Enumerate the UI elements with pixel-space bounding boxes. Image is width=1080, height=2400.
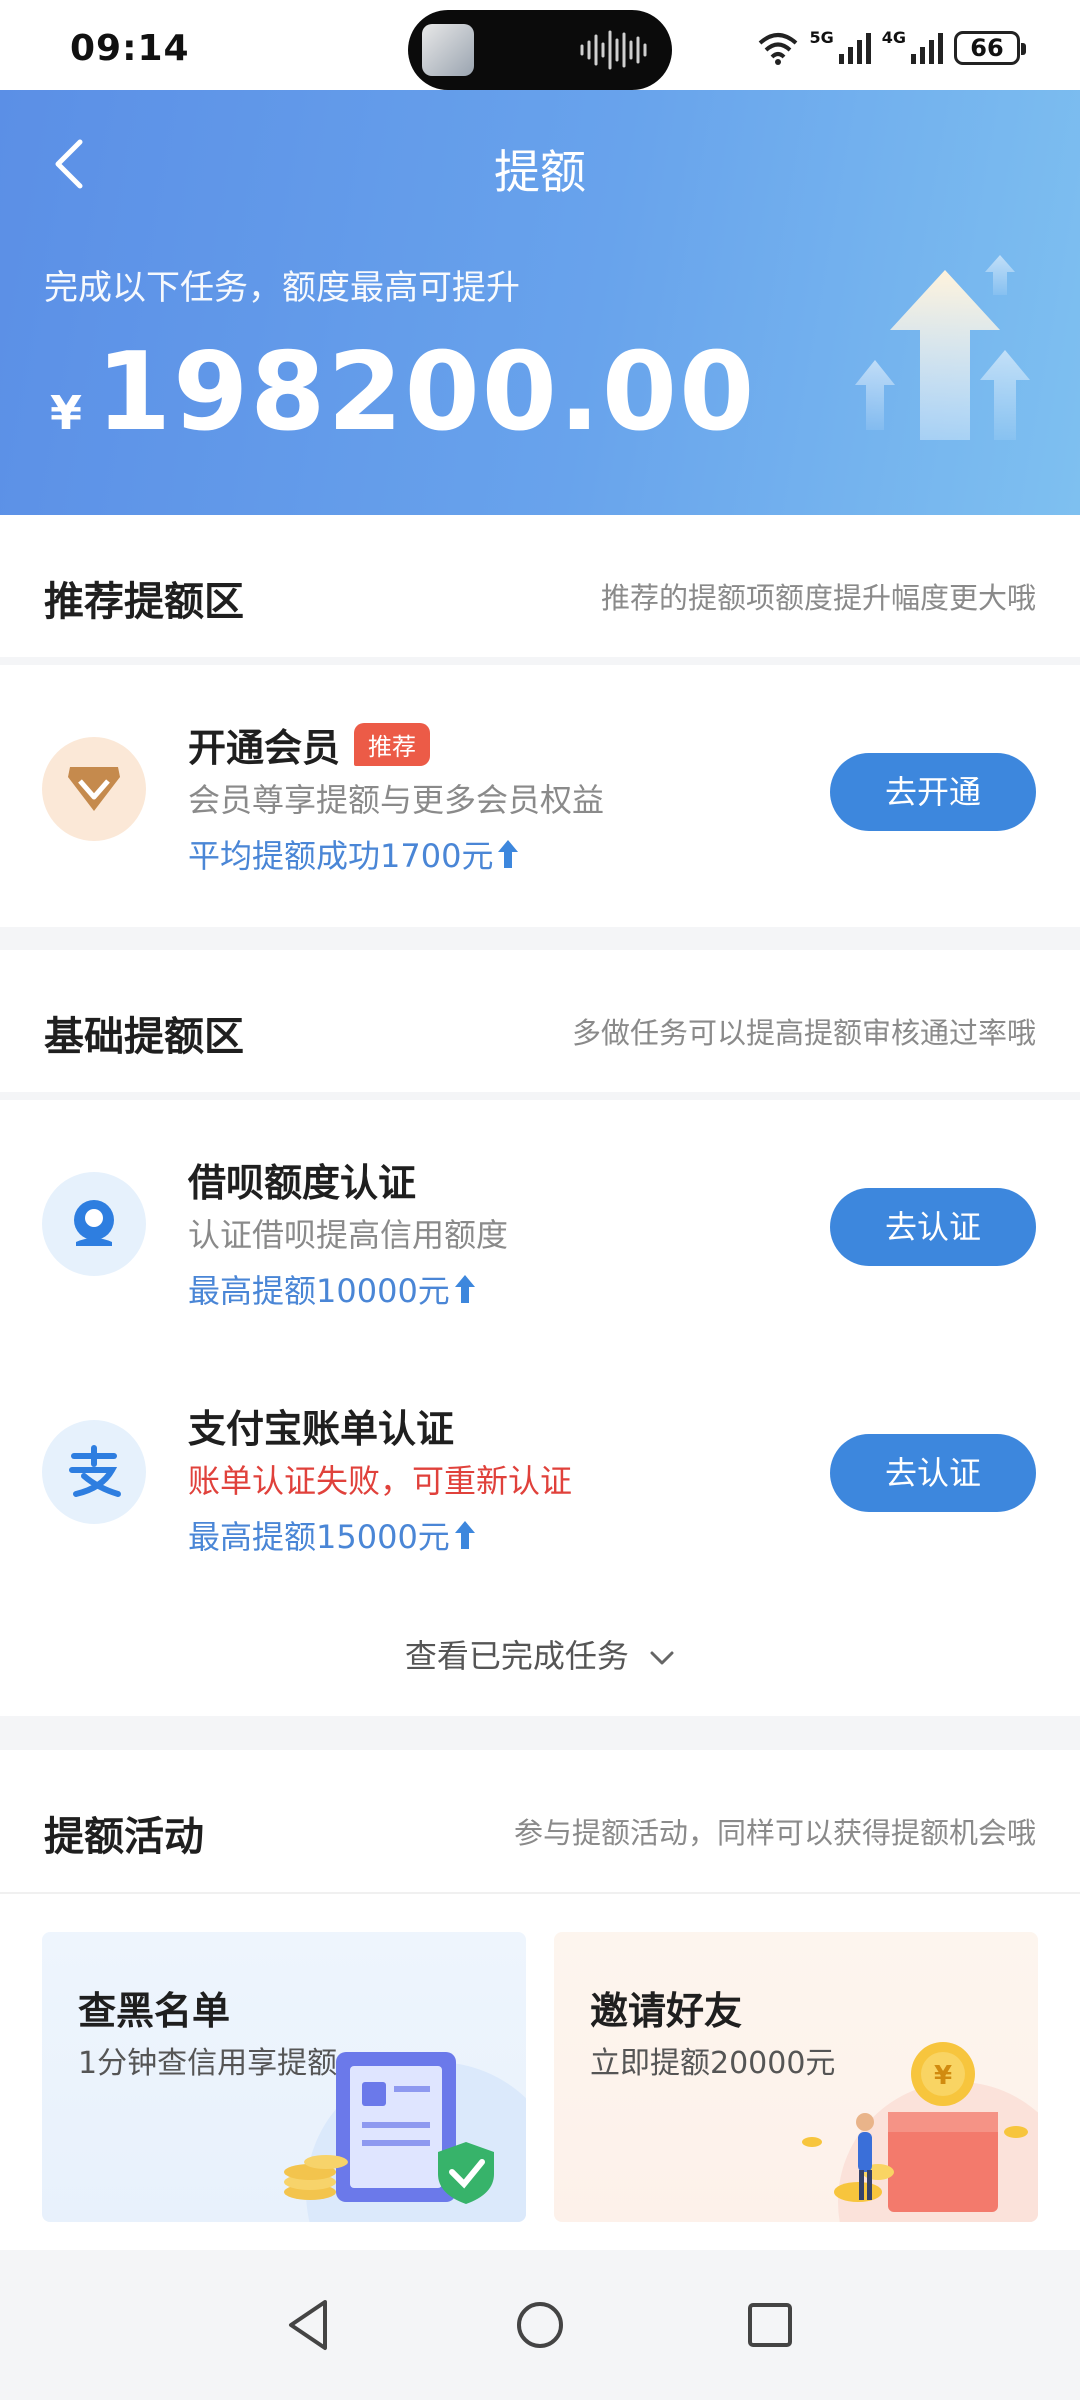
wifi-icon [759, 33, 798, 65]
task-note: 最高提额10000元 [188, 1266, 476, 1312]
recommend-badge: 推荐 [354, 723, 431, 766]
invite-gift-illustration: ¥ [802, 2042, 1038, 2222]
vip-icon [42, 737, 146, 841]
task-note: 最高提额15000元 [188, 1512, 476, 1558]
network-4g-label: 4G [881, 28, 906, 47]
task-jiebei: 借呗额度认证 认证借呗提高信用额度 最高提额10000元 去认证 [0, 1100, 1080, 1358]
verify-alipay-button[interactable]: 去认证 [830, 1434, 1036, 1512]
activities-section: 提额活动 参与提额活动，同样可以获得提额机会哦 查黑名单 1分钟查信用享提额 邀… [0, 1750, 1080, 2250]
recommend-header: 推荐提额区 推荐的提额项额度提升幅度更大哦 [0, 515, 1080, 665]
alipay-icon [42, 1420, 146, 1524]
activity-cards: 查黑名单 1分钟查信用享提额 邀请好友 立即提额20000元 ¥ [0, 1894, 1080, 2222]
task-alipay-bill: 支付宝账单认证 账单认证失败，可重新认证 最高提额15000元 去认证 [0, 1358, 1080, 1616]
task-title: 借呗额度认证 [188, 1161, 417, 1205]
chevron-down-icon [650, 1651, 674, 1665]
section-note: 推荐的提额项额度提升幅度更大哦 [600, 581, 1036, 615]
section-note: 多做任务可以提高提额审核通过率哦 [571, 1016, 1036, 1050]
task-desc-warning: 账单认证失败，可重新认证 [188, 1462, 573, 1500]
amount-value: 198200.00 [96, 330, 757, 455]
header-subtitle: 完成以下任务，额度最高可提升 [44, 268, 520, 308]
signal-icon-2 [911, 33, 943, 64]
activity-title: 查黑名单 [78, 1989, 231, 2033]
view-completed-label: 查看已完成任务 [404, 1637, 629, 1675]
jiebei-icon [42, 1172, 146, 1276]
view-completed-tasks[interactable]: 查看已完成任务 [0, 1616, 1080, 1716]
media-thumbnail [422, 24, 474, 76]
section-title: 基础提额区 [44, 1014, 244, 1060]
activity-card-blacklist[interactable]: 查黑名单 1分钟查信用享提额 [42, 1932, 526, 2222]
currency-symbol: ¥ [50, 386, 83, 440]
nav-back-icon[interactable] [275, 2290, 345, 2360]
section-note: 参与提额活动，同样可以获得提额机会哦 [513, 1816, 1036, 1850]
activities-header: 提额活动 参与提额活动，同样可以获得提额机会哦 [0, 1750, 1080, 1894]
verify-jiebei-button[interactable]: 去认证 [830, 1188, 1036, 1266]
audio-wave-icon [580, 30, 647, 70]
task-title: 开通会员 推荐 [188, 717, 431, 772]
task-title: 支付宝账单认证 [188, 1407, 455, 1451]
recommend-section: 推荐提额区 推荐的提额项额度提升幅度更大哦 开通会员 推荐 会员尊享提额与更多会… [0, 515, 1080, 927]
arrow-up-icon [454, 1521, 475, 1549]
signal-icon [838, 33, 871, 64]
task-title-text: 开通会员 [188, 726, 341, 770]
status-bar: 09:14 5G 4G 66 [0, 0, 1080, 90]
credit-amount: ¥ 198200.00 [50, 330, 756, 455]
basic-section: 基础提额区 多做任务可以提高提额审核通过率哦 借呗额度认证 认证借呗提高信用额度… [0, 950, 1080, 1716]
task-desc: 会员尊享提额与更多会员权益 [188, 781, 605, 819]
task-note-text: 平均提额成功1700元 [188, 837, 494, 875]
arrow-up-icon [498, 840, 519, 868]
credit-report-illustration [284, 2052, 526, 2222]
open-membership-button[interactable]: 去开通 [830, 753, 1036, 831]
status-time: 09:14 [70, 28, 190, 69]
status-icons: 5G 4G 66 [757, 26, 1026, 70]
network-5g-label: 5G [809, 28, 834, 47]
arrow-up-icon [454, 1275, 475, 1303]
task-note-text: 最高提额15000元 [188, 1518, 450, 1556]
dynamic-island[interactable] [408, 10, 672, 90]
rising-arrows-icon [855, 255, 1030, 440]
battery-icon: 66 [954, 31, 1026, 65]
activity-title: 邀请好友 [590, 1989, 743, 2033]
system-nav-bar [0, 2250, 1080, 2400]
basic-header: 基础提额区 多做任务可以提高提额审核通过率哦 [0, 950, 1080, 1100]
section-title: 推荐提额区 [44, 579, 244, 625]
header-banner: 提额 完成以下任务，额度最高可提升 ¥ 198200.00 [0, 90, 1080, 515]
nav-home-icon[interactable] [505, 2290, 575, 2360]
section-title: 提额活动 [44, 1814, 204, 1860]
task-membership: 开通会员 推荐 会员尊享提额与更多会员权益 平均提额成功1700元 去开通 [0, 665, 1080, 927]
page-title: 提额 [494, 145, 586, 199]
task-note-text: 最高提额10000元 [188, 1272, 450, 1310]
svg-text:¥: ¥ [934, 2061, 952, 2091]
task-note: 平均提额成功1700元 [188, 831, 519, 877]
task-desc: 认证借呗提高信用额度 [188, 1216, 509, 1254]
activity-card-invite[interactable]: 邀请好友 立即提额20000元 ¥ [554, 1932, 1038, 2222]
nav-recents-icon[interactable] [735, 2290, 805, 2360]
